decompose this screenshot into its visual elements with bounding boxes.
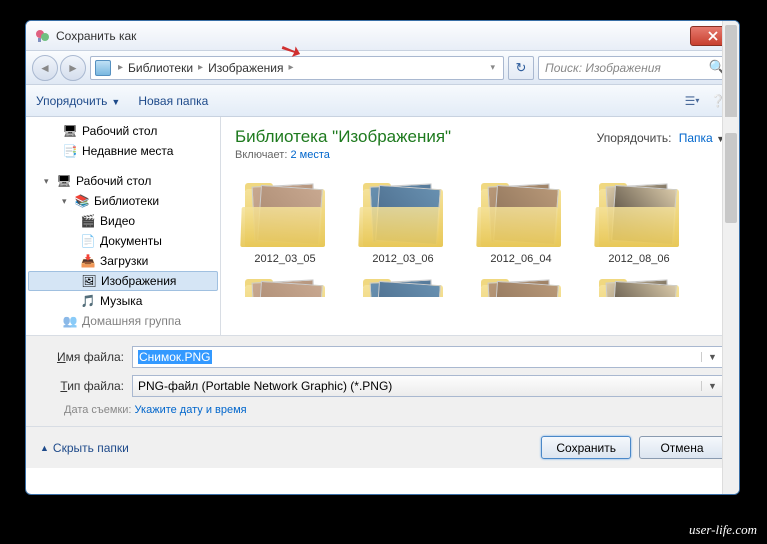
folder-item[interactable]: 2012_03_05 [235,177,335,265]
tree-item-homegroup[interactable]: 👥Домашняя группа [26,311,220,331]
folder-label: 2012_08_06 [589,253,689,265]
date-taken-field: Дата съемки: Укажите дату и время [40,404,725,416]
folder-label: 2012_06_04 [471,253,571,265]
chevron-down-icon[interactable]: ▾ [486,62,499,73]
tree-item-desktop[interactable]: 🖥Рабочий стол [26,121,220,141]
chevron-right-icon: ▸ [118,62,123,73]
libraries-icon: 📚 [74,194,90,208]
library-title: Библиотека "Изображения" [235,127,451,147]
nav-forward-button[interactable]: ► [60,55,86,81]
organize-menu[interactable]: Упорядочить▼ [36,94,120,108]
folder-item[interactable] [235,273,335,297]
desktop-icon: 🖥 [62,124,78,138]
watermark: user-life.com [689,522,757,538]
document-icon: 📄 [80,234,96,248]
cancel-button[interactable]: Отмена [639,436,725,459]
music-icon: 🎵 [80,294,96,308]
library-includes: Включает: 2 места [235,149,725,161]
folder-item[interactable] [471,273,571,297]
filetype-label: Тип файла: [40,379,132,393]
expand-icon[interactable]: ▾ [62,196,72,207]
breadcrumb-item[interactable]: Изображения [206,61,285,75]
refresh-button[interactable]: ↻ [508,56,534,80]
download-icon: 📥 [80,254,96,268]
window-title: Сохранить как [56,29,136,43]
recent-icon: 📑 [62,144,78,158]
tree-item-music[interactable]: 🎵Музыка [26,291,220,311]
titlebar: Сохранить как [26,21,739,51]
content-scrollbar[interactable] [722,117,739,335]
save-dialog-window: Сохранить как ◄ ► ▸ Библиотеки ▸ Изображ… [25,20,740,495]
folder-item[interactable] [589,273,689,297]
expand-icon[interactable]: ▾ [44,176,54,187]
tree-item-video[interactable]: 🎬Видео [26,211,220,231]
chevron-down-icon[interactable]: ▼ [701,352,719,362]
tree-item-documents[interactable]: 📄Документы [26,231,220,251]
breadcrumb-item[interactable]: Библиотеки [126,61,195,75]
navigation-bar: ◄ ► ▸ Библиотеки ▸ Изображения ▸ ▾ ↻ Пои… [26,51,739,85]
dialog-footer: ▲Скрыть папки Сохранить Отмена [26,426,739,468]
chevron-up-icon: ▲ [40,443,49,453]
chevron-right-icon: ▸ [289,62,294,73]
search-input[interactable]: Поиск: Изображения 🔍 [538,56,733,80]
folder-content: Библиотека "Изображения" Упорядочить: Па… [221,117,739,335]
search-placeholder: Поиск: Изображения [545,61,709,75]
tree-item-libraries[interactable]: ▾📚Библиотеки [26,191,220,211]
desktop-icon: 🖥 [56,174,72,188]
location-icon [95,60,111,76]
nav-back-button[interactable]: ◄ [32,55,58,81]
chevron-down-icon[interactable]: ▼ [701,381,719,391]
new-folder-button[interactable]: Новая папка [138,94,208,108]
filename-label: Имя файла: [40,350,132,364]
tree-item-images[interactable]: 🖼Изображения [28,271,218,291]
video-icon: 🎬 [80,214,96,228]
navigation-tree: 🖥Рабочий стол 📑Недавние места ▾🖥Рабочий … [26,117,221,335]
tree-item-desktop-root[interactable]: ▾🖥Рабочий стол [26,171,220,191]
close-icon [708,31,718,41]
folder-item[interactable]: 2012_08_06 [589,177,689,265]
sort-control[interactable]: Упорядочить: Папка ▼ [597,131,725,145]
chevron-right-icon: ▸ [198,62,203,73]
homegroup-icon: 👥 [62,314,78,328]
filename-input[interactable]: Снимок.PNG▼ [132,346,725,368]
folder-item[interactable]: 2012_06_04 [471,177,571,265]
date-link[interactable]: Укажите дату и время [135,404,247,416]
includes-link[interactable]: 2 места [290,149,329,161]
file-fields-panel: Имя файла: Снимок.PNG▼ Тип файла: PNG-фа… [26,335,739,426]
save-button[interactable]: Сохранить [541,436,631,459]
app-icon [34,28,50,44]
image-icon: 🖼 [81,274,97,288]
breadcrumb-bar[interactable]: ▸ Библиотеки ▸ Изображения ▸ ▾ [90,56,504,80]
folder-item[interactable] [353,273,453,297]
view-options-button[interactable]: ☰▾ [681,91,703,111]
hide-folders-toggle[interactable]: ▲Скрыть папки [40,441,129,455]
chevron-down-icon: ▼ [111,97,120,107]
folder-label: 2012_03_05 [235,253,335,265]
tree-item-recent[interactable]: 📑Недавние места [26,141,220,161]
toolbar: Упорядочить▼ Новая папка ☰▾ ❔ [26,85,739,117]
tree-item-downloads[interactable]: 📥Загрузки [26,251,220,271]
folder-item[interactable]: 2012_03_06 [353,177,453,265]
filetype-select[interactable]: PNG-файл (Portable Network Graphic) (*.P… [132,375,725,397]
folder-label: 2012_03_06 [353,253,453,265]
